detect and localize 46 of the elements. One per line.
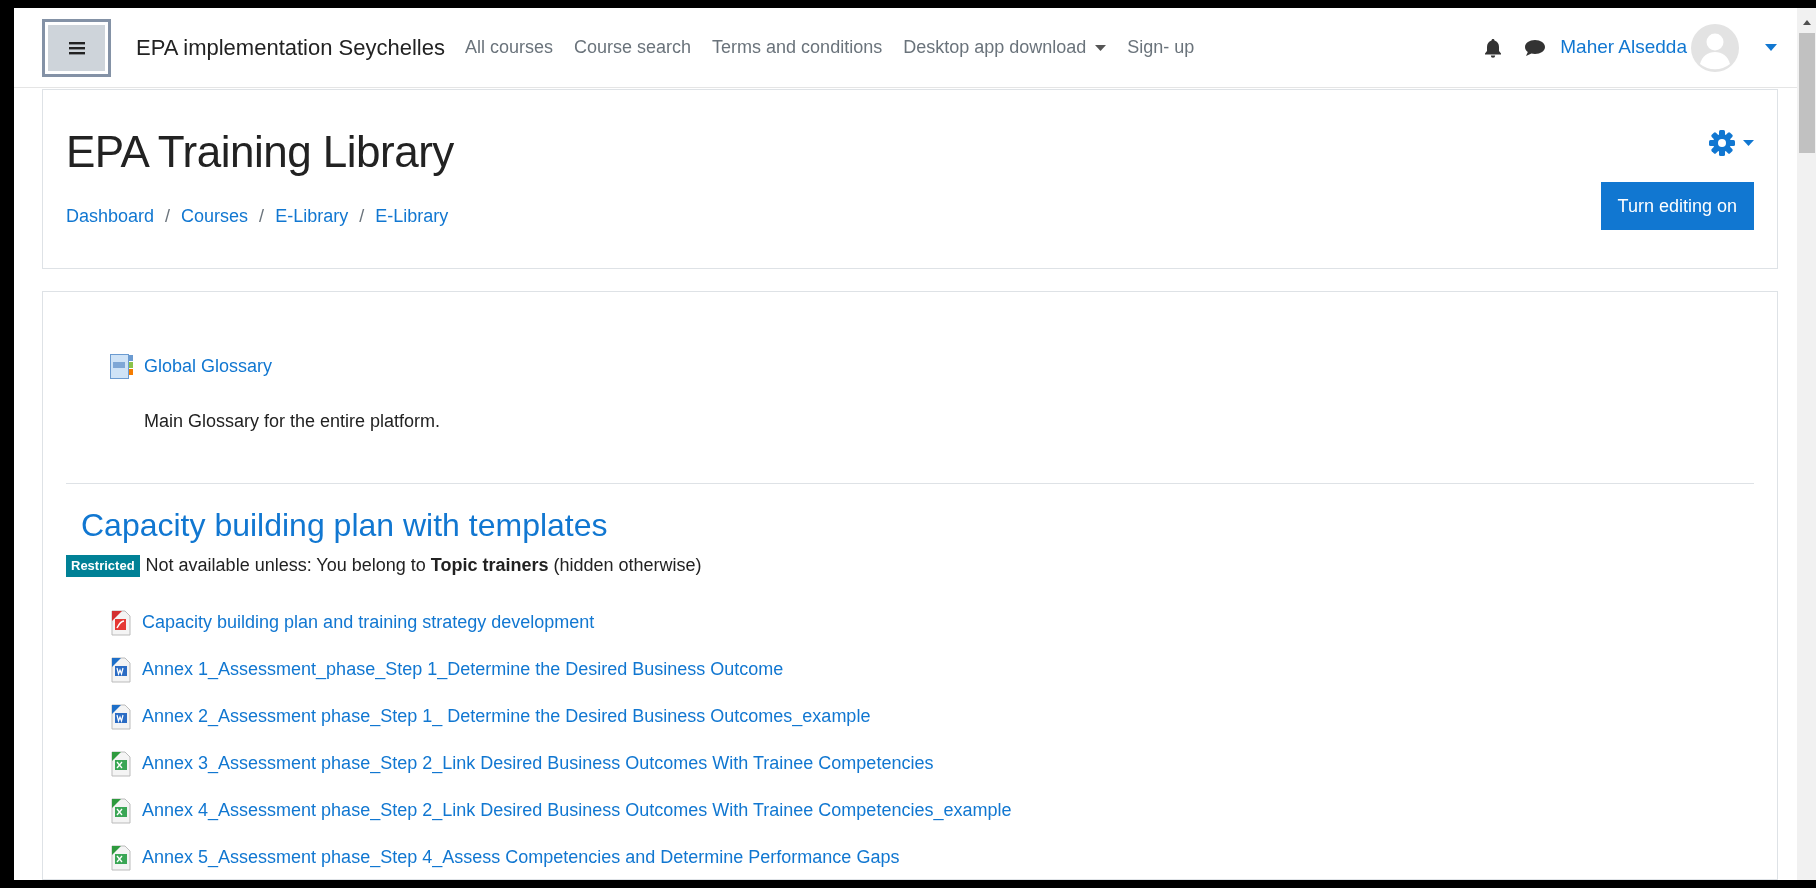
menu-button[interactable] [42, 18, 111, 77]
page-title: EPA Training Library [66, 126, 455, 178]
file-link[interactable]: Annex 1_Assessment_phase_Step 1_Determine the Desired Business Outcome [142, 656, 784, 684]
settings-icon [1709, 130, 1735, 156]
caret-icon[interactable] [1765, 44, 1777, 51]
file-link[interactable]: Annex 2_Assessment phase_Step 1_ Determine the Desired Business Outcomes_example [142, 703, 871, 731]
turn-editing-on-button[interactable]: Turn editing on [1600, 182, 1754, 230]
file-link[interactable]: Annex 3_Assessment phase_Step 2_Link Desired Business Outcomes With Trainee Competencies [142, 750, 934, 778]
file-link[interactable]: Annex 4_Assessment phase_Step 2_Link Desired Business Outcomes With Trainee Competencies_example [142, 797, 1012, 825]
spreadsheet-icon [110, 797, 132, 824]
file-link[interactable]: Annex 5_Assessment phase_Step 4_Assess Competencies and Determine Performance Gaps [142, 844, 900, 872]
menu-icon [68, 40, 85, 55]
glossary-description: Main Glossary for the entire platform. [143, 410, 442, 433]
word-document-icon [110, 656, 132, 683]
restricted-badge: Restricted [66, 555, 140, 577]
nav-link[interactable]: All courses [465, 34, 553, 61]
scroll-up-icon[interactable] [1802, 20, 1811, 25]
nav-link[interactable]: Desktop app download [903, 34, 1107, 61]
word-document-icon [110, 703, 132, 730]
breadcrumb-link[interactable]: E-Library [275, 202, 349, 230]
caret-icon [1095, 44, 1107, 51]
section-title: Capacity building plan with templates [80, 506, 609, 545]
breadcrumb-separator: / [358, 204, 366, 228]
user-name[interactable]: Maher Alsedda [1560, 33, 1687, 62]
nav-link[interactable]: Course search [574, 34, 692, 61]
file-link[interactable]: Capacity building plan and training strategy development [142, 609, 595, 637]
breadcrumb-link[interactable]: Dashboard [66, 202, 155, 230]
restriction-text: Not available unless: You belong to Topic trainers (hidden otherwise) [145, 554, 702, 578]
scrollbar-thumb[interactable] [1798, 33, 1815, 153]
caret-icon [1743, 140, 1754, 146]
breadcrumb-separator: / [258, 204, 266, 228]
spreadsheet-icon [110, 750, 132, 777]
settings-menu[interactable] [1709, 130, 1754, 156]
notification-bell-icon[interactable] [1484, 37, 1503, 58]
site-name[interactable]: EPA implementation Seychelles [136, 31, 445, 64]
nav-link[interactable]: Sign- up [1127, 34, 1195, 61]
breadcrumb-link[interactable]: Courses [181, 202, 249, 230]
glossary-link[interactable]: Global Glossary [144, 352, 273, 380]
breadcrumb-link[interactable]: E-Library [375, 202, 449, 230]
scrollbar[interactable] [1797, 8, 1816, 880]
chat-bubble-icon[interactable] [1524, 38, 1547, 57]
spreadsheet-icon [110, 844, 132, 871]
nav-link[interactable]: Terms and conditions [712, 34, 883, 61]
pdf-file-icon [110, 609, 132, 636]
breadcrumb-separator: / [164, 204, 172, 228]
glossary-icon [110, 352, 134, 380]
